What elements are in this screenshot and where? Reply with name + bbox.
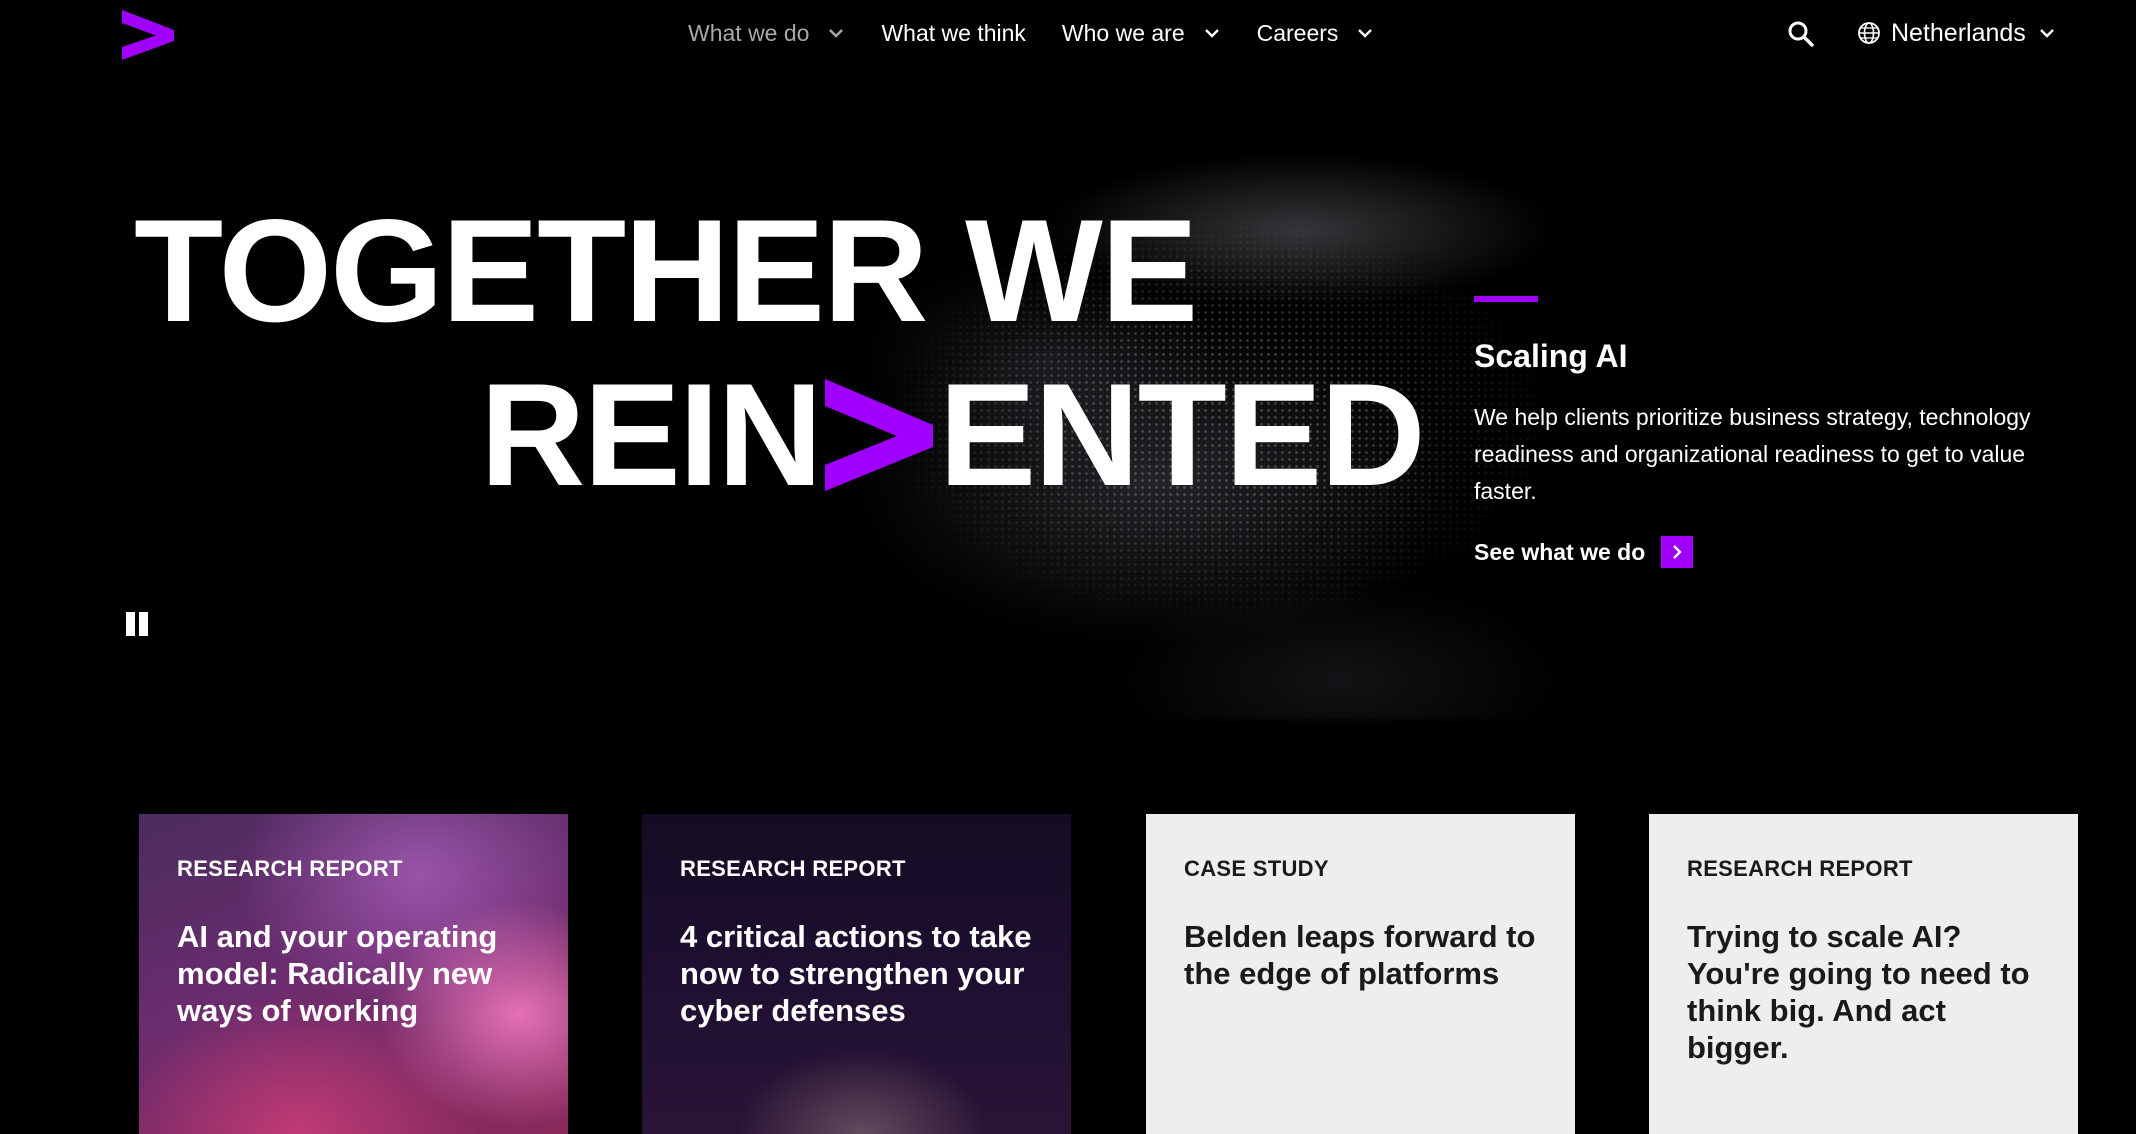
card-kicker: RESEARCH REPORT [1687,856,1913,881]
nav-what-we-do[interactable]: What we do [688,20,845,47]
hero-feature: Scaling AI We help clients prioritize bu… [1474,296,2074,568]
card-cyber-defenses[interactable]: RESEARCH REPORT 4 critical actions to ta… [642,814,1071,1134]
card-ai-operating-model[interactable]: RESEARCH REPORT AI and your operating mo… [139,814,568,1134]
card-belden-case-study[interactable]: CASE STUDY Belden leaps forward to the e… [1146,814,1575,1134]
card-kicker: RESEARCH REPORT [177,856,403,881]
nav-what-we-think[interactable]: What we think [881,20,1025,47]
card-kicker: CASE STUDY [1184,856,1329,881]
hero-headline-line2: REIN ENTED [480,353,1426,516]
chevron-down-icon [1358,29,1373,38]
hero-headline-part2: ENTED [938,353,1426,516]
chevron-down-icon [2039,29,2054,38]
chevron-down-icon [1204,29,1219,38]
card-scale-ai[interactable]: RESEARCH REPORT Trying to scale AI? You'… [1649,814,2078,1134]
accent-divider [1474,296,1538,302]
chevron-down-icon [829,29,844,38]
search-icon[interactable] [1786,19,1816,49]
feature-link-label: See what we do [1474,538,1646,565]
nav-careers[interactable]: Careers [1257,20,1375,47]
pause-icon[interactable] [126,612,150,638]
country-selector[interactable]: Netherlands [1857,0,2056,66]
nav-careers-label: Careers [1256,19,1339,46]
hero-headline-line1: TOGETHER WE [134,189,1198,352]
content-cards: RESEARCH REPORT AI and your operating mo… [139,814,2079,1134]
nav-what-we-think-label: What we think [881,19,1026,46]
globe-icon [1858,22,1880,44]
see-what-we-do-link[interactable]: See what we do [1474,536,2074,568]
nav-who-we-are[interactable]: Who we are [1062,20,1221,47]
card-title: 4 critical actions to take now to streng… [680,919,1032,1028]
card-title: Trying to scale AI? You're going to need… [1687,919,2030,1065]
chevron-right-icon [1661,536,1694,568]
accenture-logo-icon[interactable] [122,10,174,60]
country-label: Netherlands [1891,18,2026,47]
hero-headline-part1: REIN [480,353,823,516]
site-header: What we do What we think Who we are Care… [0,0,2136,66]
main-nav: What we do What we think Who we are Care… [688,0,1410,66]
nav-what-we-do-label: What we do [688,19,810,46]
card-title: AI and your operating model: Radically n… [177,919,498,1028]
card-title: Belden leaps forward to the edge of plat… [1184,919,1536,991]
feature-title: Scaling AI [1474,338,1628,374]
nav-who-we-are-label: Who we are [1061,19,1185,46]
accenture-gt-icon [824,379,933,491]
card-kicker: RESEARCH REPORT [680,856,906,881]
feature-description: We help clients prioritize business stra… [1474,404,2031,504]
